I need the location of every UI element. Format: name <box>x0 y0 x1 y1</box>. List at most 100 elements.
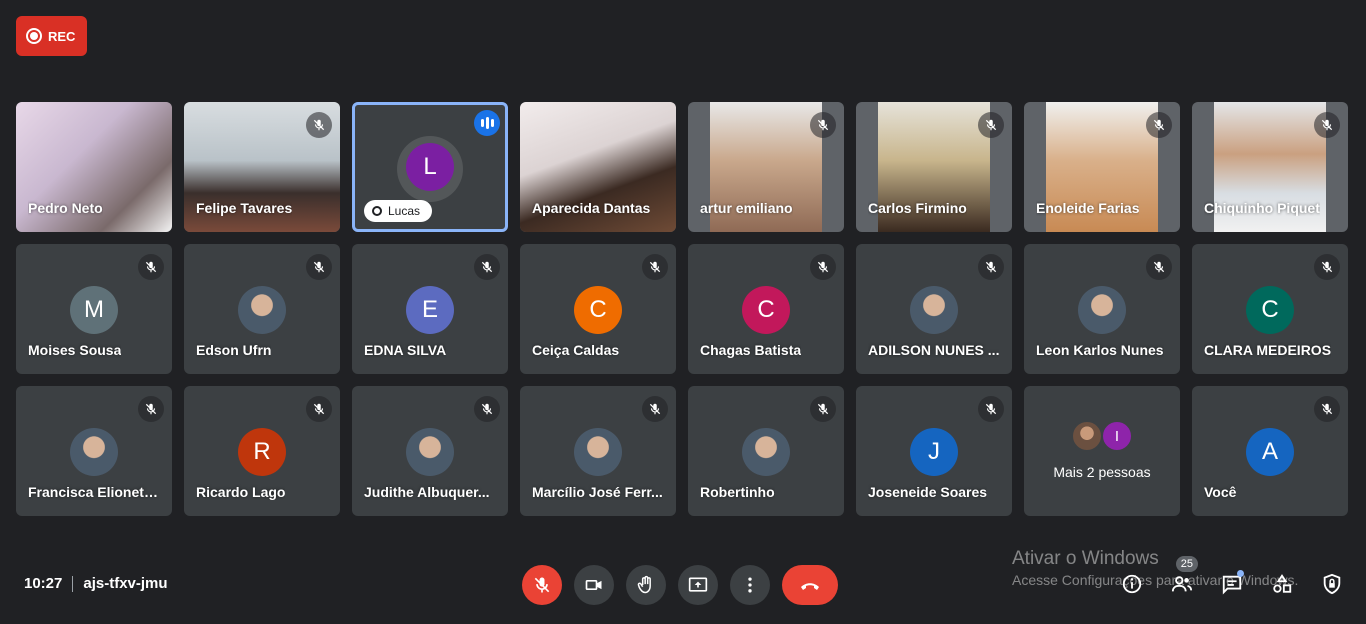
participant-tile[interactable]: E EDNA SILVA <box>352 244 508 374</box>
participant-name: Pedro Neto <box>28 200 103 216</box>
participant-avatar: C <box>742 286 790 334</box>
participant-tile[interactable]: C CLARA MEDEIROS <box>1192 244 1348 374</box>
participant-avatar <box>910 286 958 334</box>
participant-tile[interactable]: Judithe Albuquer... <box>352 386 508 516</box>
participant-name: Lucas <box>388 204 421 218</box>
participant-tile[interactable]: Edson Ufrn <box>184 244 340 374</box>
info-icon <box>1122 574 1142 594</box>
participant-name: Judithe Albuquer... <box>364 484 490 500</box>
participant-name: Francisca Elionete... <box>28 484 163 500</box>
mic-off-icon <box>534 577 550 593</box>
participant-tile[interactable]: Pedro Neto <box>16 102 172 232</box>
pinned-name-chip: Lucas <box>364 200 433 222</box>
host-controls-button[interactable] <box>1318 568 1346 600</box>
unread-indicator <box>1237 570 1244 577</box>
activities-button[interactable] <box>1268 568 1296 600</box>
participant-name: EDNA SILVA <box>364 342 447 358</box>
mic-off-icon <box>1314 112 1340 138</box>
participant-avatar <box>406 428 454 476</box>
participant-tile[interactable]: M Moises Sousa <box>16 244 172 374</box>
participant-name: Moises Sousa <box>28 342 122 358</box>
meeting-details: 10:27 ajs-tfxv-jmu <box>24 575 168 592</box>
record-icon <box>26 28 42 44</box>
mic-off-icon <box>810 112 836 138</box>
speaking-indicator-icon <box>474 110 500 136</box>
mic-off-icon <box>306 254 332 280</box>
chat-button[interactable] <box>1218 568 1246 600</box>
participant-avatar: M <box>70 286 118 334</box>
participant-name: Edson Ufrn <box>196 342 272 358</box>
mic-off-icon <box>642 254 668 280</box>
camera-button[interactable] <box>574 565 614 605</box>
mic-off-icon <box>1314 396 1340 422</box>
participant-tile[interactable]: Felipe Tavares <box>184 102 340 232</box>
participant-tile[interactable]: C Ceiça Caldas <box>520 244 676 374</box>
recording-label: REC <box>48 28 76 44</box>
present-icon <box>688 577 708 592</box>
meeting-details-button[interactable] <box>1118 568 1146 600</box>
participant-tile[interactable]: J Joseneide Soares <box>856 386 1012 516</box>
participant-tile[interactable]: I Mais 2 pessoas <box>1024 386 1180 516</box>
participant-avatar: I <box>1101 420 1133 452</box>
participant-tile[interactable]: Enoleide Farias <box>1024 102 1180 232</box>
more-people-label: Mais 2 pessoas <box>1053 464 1151 480</box>
people-button[interactable]: 25 <box>1168 556 1198 600</box>
participant-tile[interactable]: Robertinho <box>688 386 844 516</box>
participant-tile[interactable]: R Ricardo Lago <box>184 386 340 516</box>
participant-tile[interactable]: Carlos Firmino <box>856 102 1012 232</box>
participant-tile[interactable]: Aparecida Dantas <box>520 102 676 232</box>
pin-icon <box>372 206 382 216</box>
microphone-button[interactable] <box>522 565 562 605</box>
mic-off-icon <box>306 396 332 422</box>
participant-avatar <box>574 428 622 476</box>
mic-off-icon <box>978 112 1004 138</box>
mic-off-icon <box>1314 254 1340 280</box>
participant-tile[interactable]: Marcílio José Ferr... <box>520 386 676 516</box>
watermark-title: Ativar o Windows <box>1012 548 1159 569</box>
participant-tile[interactable]: Chiquinho Piquet <box>1192 102 1348 232</box>
recording-badge: REC <box>16 16 87 56</box>
participant-avatar <box>742 428 790 476</box>
participant-name: Chiquinho Piquet <box>1204 200 1320 216</box>
participant-name: Chagas Batista <box>700 342 802 358</box>
participant-name: Leon Karlos Nunes <box>1036 342 1164 358</box>
overflow-avatars: I <box>1071 420 1133 452</box>
mic-off-icon <box>978 396 1004 422</box>
leave-call-button[interactable] <box>782 565 838 605</box>
participant-tile[interactable]: artur emiliano <box>688 102 844 232</box>
participant-name: Carlos Firmino <box>868 200 967 216</box>
participant-avatar: C <box>1246 286 1294 334</box>
participant-avatar <box>1078 286 1126 334</box>
participant-name: CLARA MEDEIROS <box>1204 342 1332 358</box>
participant-name: Enoleide Farias <box>1036 200 1140 216</box>
divider <box>72 575 74 592</box>
participant-avatar: R <box>238 428 286 476</box>
participant-tile[interactable]: A Você <box>1192 386 1348 516</box>
participant-tile[interactable]: C Chagas Batista <box>688 244 844 374</box>
participant-tile[interactable]: Leon Karlos Nunes <box>1024 244 1180 374</box>
mic-off-icon <box>810 396 836 422</box>
participant-name: Ricardo Lago <box>196 484 286 500</box>
people-icon <box>1171 576 1193 592</box>
shield-lock-icon <box>1323 573 1341 595</box>
meeting-code[interactable]: ajs-tfxv-jmu <box>83 575 167 592</box>
participant-tile[interactable]: L Lucas <box>352 102 508 232</box>
participant-name: Joseneide Soares <box>868 484 988 500</box>
participant-name: Ceiça Caldas <box>532 342 620 358</box>
mic-off-icon <box>978 254 1004 280</box>
participant-grid: Pedro Neto Felipe Tavares L Lucas Aparecida … <box>16 102 1350 516</box>
participant-tile[interactable]: ADILSON NUNES ... <box>856 244 1012 374</box>
participant-tile[interactable]: Francisca Elionete... <box>16 386 172 516</box>
participant-avatar <box>238 286 286 334</box>
participant-name: Aparecida Dantas <box>532 200 651 216</box>
participant-name: Marcílio José Ferr... <box>532 484 663 500</box>
mic-off-icon <box>474 396 500 422</box>
present-screen-button[interactable] <box>678 565 718 605</box>
camera-icon <box>585 580 602 590</box>
participant-name: Felipe Tavares <box>196 200 293 216</box>
participant-name: Você <box>1204 484 1237 500</box>
more-options-button[interactable] <box>730 565 770 605</box>
raise-hand-button[interactable] <box>626 565 666 605</box>
mic-off-icon <box>138 254 164 280</box>
mic-off-icon <box>1146 112 1172 138</box>
